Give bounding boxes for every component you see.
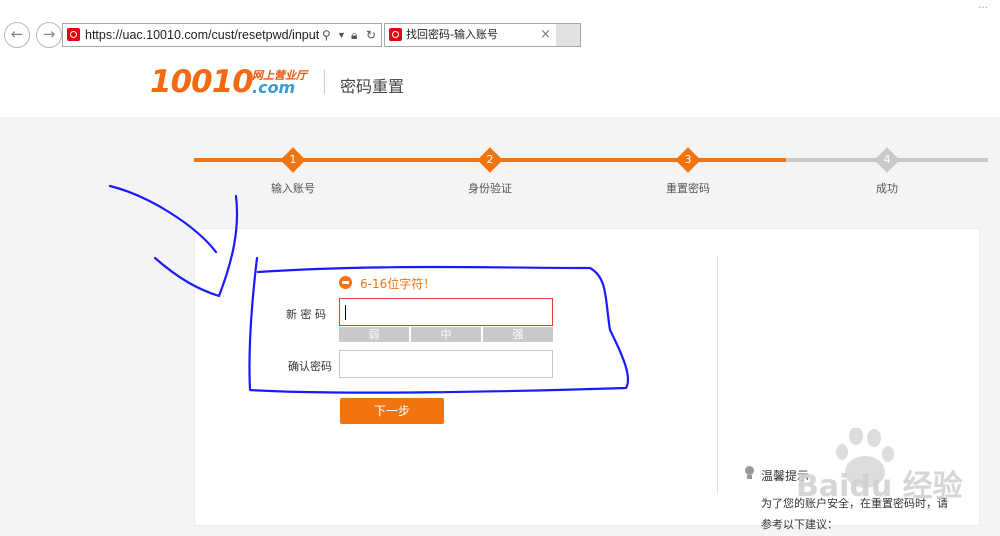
tab-title: 找回密码-输入账号 <box>406 28 498 41</box>
forward-button[interactable]: → <box>36 22 62 48</box>
form-card <box>194 228 980 526</box>
step-number-2: 2 <box>486 153 494 166</box>
step-number-4: 4 <box>883 153 891 166</box>
warning-icon <box>339 276 352 289</box>
logo-com-text: .com <box>252 78 296 97</box>
strength-weak: 弱 <box>339 327 409 342</box>
site-favicon-icon <box>67 28 80 41</box>
card-divider <box>717 256 718 494</box>
text-caret <box>345 305 346 320</box>
step-number-3: 3 <box>684 153 692 166</box>
next-button[interactable]: 下一步 <box>340 398 444 424</box>
browser-tab[interactable]: 找回密码-输入账号 × <box>384 23 558 47</box>
back-button[interactable]: ← <box>4 22 30 48</box>
strength-strong: 强 <box>483 327 553 342</box>
browser-chrome: ← → https://uac.10010.com/cust/resetpwd/… <box>0 0 1000 50</box>
new-password-input[interactable] <box>339 298 553 326</box>
confirm-password-input[interactable] <box>339 350 553 378</box>
header-divider <box>324 70 325 94</box>
address-bar[interactable]: https://uac.10010.com/cust/resetpwd/inpu… <box>62 23 382 47</box>
new-tab-button[interactable] <box>556 23 581 47</box>
dropdown-icon[interactable]: ▼ <box>337 24 346 46</box>
tab-favicon-icon <box>389 28 402 41</box>
new-password-label: 新 密 码 <box>286 308 326 321</box>
more-icon[interactable]: … <box>978 0 992 11</box>
tips-text-line2: 参考以下建议： <box>761 518 838 531</box>
step-label-3: 重置密码 <box>666 182 710 195</box>
url-text: https://uac.10010.com/cust/resetpwd/inpu… <box>85 28 319 42</box>
tab-close-icon[interactable]: × <box>540 24 551 46</box>
password-hint: 6-16位字符！ <box>360 277 436 291</box>
search-icon[interactable]: ⚲ <box>322 24 331 46</box>
lock-icon: 🔒︎ <box>351 28 358 42</box>
step-label-1: 输入账号 <box>271 182 315 195</box>
refresh-icon[interactable]: ↻ <box>366 24 376 46</box>
back-arrow-icon: ← <box>10 25 24 43</box>
logo-number: 10010 <box>150 64 254 100</box>
tips-title: 温馨提示 <box>761 469 810 483</box>
lightbulb-icon <box>745 466 754 479</box>
page-title: 密码重置 <box>340 77 405 96</box>
step-label-4: 成功 <box>876 182 898 195</box>
tips-text-line1: 为了您的账户安全，在重置密码时，请 <box>761 497 948 510</box>
forward-arrow-icon: → <box>42 25 56 43</box>
step-number-1: 1 <box>289 153 297 166</box>
step-label-2: 身份验证 <box>468 182 512 195</box>
strength-medium: 中 <box>411 327 481 342</box>
confirm-password-label: 确认密码 <box>288 360 332 373</box>
